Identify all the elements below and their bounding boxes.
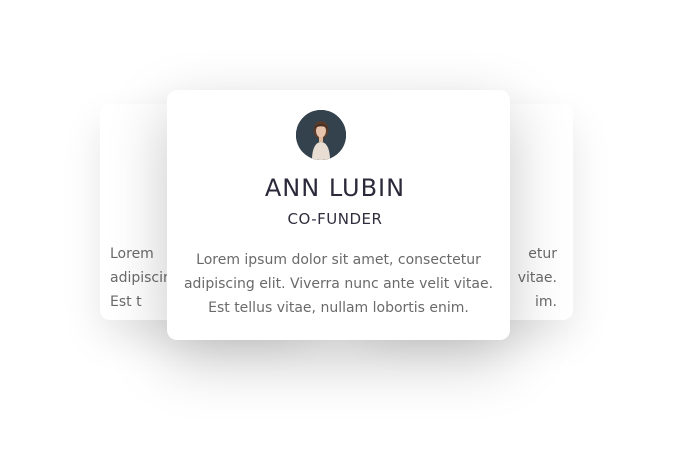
person-role: CO-FUNDER	[287, 210, 383, 228]
testimonial-card-active: ANN LUBIN CO-FUNDER Lorem ipsum dolor si…	[167, 90, 510, 340]
avatar	[296, 110, 346, 160]
person-name: ANN LUBIN	[264, 174, 406, 202]
person-portrait-icon	[296, 110, 346, 160]
testimonial-quote: Lorem ipsum dolor sit amet, consectetur …	[167, 248, 510, 320]
testimonial-carousel: Lorem adipiscin Est t etur vitae. im. AN…	[0, 0, 673, 450]
quote-line: Est tellus vitae, nullam lobortis enim.	[208, 300, 469, 316]
quote-line: adipiscing elit. Viverra nunc ante velit…	[183, 276, 494, 292]
quote-line: Lorem ipsum dolor sit amet, consectetur	[196, 252, 481, 268]
